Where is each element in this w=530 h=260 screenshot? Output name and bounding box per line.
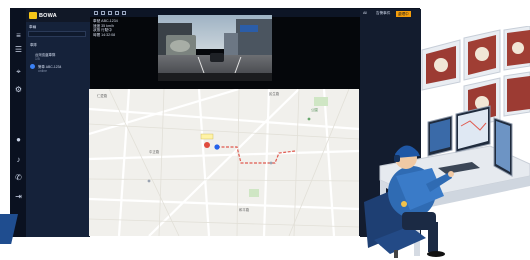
menu-icon[interactable]: ≡ bbox=[14, 31, 23, 40]
layout-1-icon[interactable] bbox=[94, 11, 98, 15]
list-icon[interactable]: ☰ bbox=[14, 45, 23, 54]
map-label: 中正路 bbox=[149, 150, 160, 154]
car-ahead bbox=[210, 53, 224, 62]
bell-icon[interactable]: ♪ bbox=[14, 155, 23, 164]
brand-name: BOWA bbox=[39, 12, 57, 19]
info-line: 時間 14:32:08 bbox=[93, 32, 116, 37]
scene: ≡ ☰ ⌖ ⚙ ● ♪ ✆ ⇥ BOWA 車輛 車隊 台灣巡邏車隊 1/5 警車… bbox=[0, 0, 530, 260]
road-sign bbox=[240, 25, 258, 32]
layout-4-icon[interactable] bbox=[101, 11, 105, 15]
map-label: 和平路 bbox=[239, 208, 250, 212]
street-map[interactable]: 仁愛路 中正路 民生路 和平路 公園 bbox=[89, 89, 359, 236]
dashcam-video-feed[interactable] bbox=[158, 15, 272, 81]
layout-16-icon[interactable] bbox=[115, 11, 119, 15]
map-label: 仁愛路 bbox=[97, 94, 108, 98]
dashboard bbox=[158, 73, 272, 81]
tree-node-count: 1/5 bbox=[35, 57, 40, 61]
left-icon-rail: ≡ ☰ ⌖ ⚙ ● ♪ ✆ ⇥ bbox=[11, 9, 26, 237]
map-label: 公園 bbox=[311, 108, 318, 112]
logout-icon[interactable]: ⇥ bbox=[14, 192, 23, 201]
tree-node-status: online bbox=[38, 69, 48, 73]
map-label: 民生路 bbox=[269, 92, 280, 96]
settings-icon[interactable]: ⚙ bbox=[14, 85, 23, 94]
user-icon[interactable]: ● bbox=[14, 135, 23, 144]
building bbox=[224, 33, 238, 57]
map-svg bbox=[89, 89, 359, 236]
logo-mark bbox=[29, 12, 37, 19]
vehicle-status-dot bbox=[30, 64, 35, 69]
tree-node[interactable]: 車隊 bbox=[30, 42, 37, 47]
info-line: 車號 ABC-1234 bbox=[93, 19, 118, 23]
tree-node-label: 車隊 bbox=[30, 43, 37, 47]
fullscreen-icon[interactable] bbox=[122, 11, 126, 15]
tree-search-input[interactable] bbox=[28, 31, 86, 37]
operator-illustration bbox=[340, 25, 530, 258]
tab-all[interactable]: All bbox=[363, 11, 367, 15]
pin-icon[interactable]: ⌖ bbox=[14, 67, 23, 76]
operator-svg bbox=[364, 25, 530, 258]
vehicle-tree-panel: 車輛 車隊 台灣巡邏車隊 1/5 警車 ABC-1234 online bbox=[26, 22, 90, 237]
tree-node[interactable]: 台灣巡邏車隊 1/5 bbox=[35, 52, 55, 61]
tree-tab[interactable]: 車輛 bbox=[29, 25, 36, 30]
tree-node[interactable]: 警車 ABC-1234 online bbox=[38, 64, 61, 73]
layout-9-icon[interactable] bbox=[108, 11, 112, 15]
vehicle-info: 車號 ABC-1234 速度 35 km/h 狀態 行駛中 時間 14:32:0… bbox=[93, 19, 118, 37]
phone-icon[interactable]: ✆ bbox=[14, 173, 23, 182]
brand-logo: BOWA bbox=[29, 11, 57, 20]
tab-alerts[interactable]: 告警事件 bbox=[376, 11, 390, 16]
tab-processing[interactable]: 處理中 bbox=[396, 11, 411, 17]
